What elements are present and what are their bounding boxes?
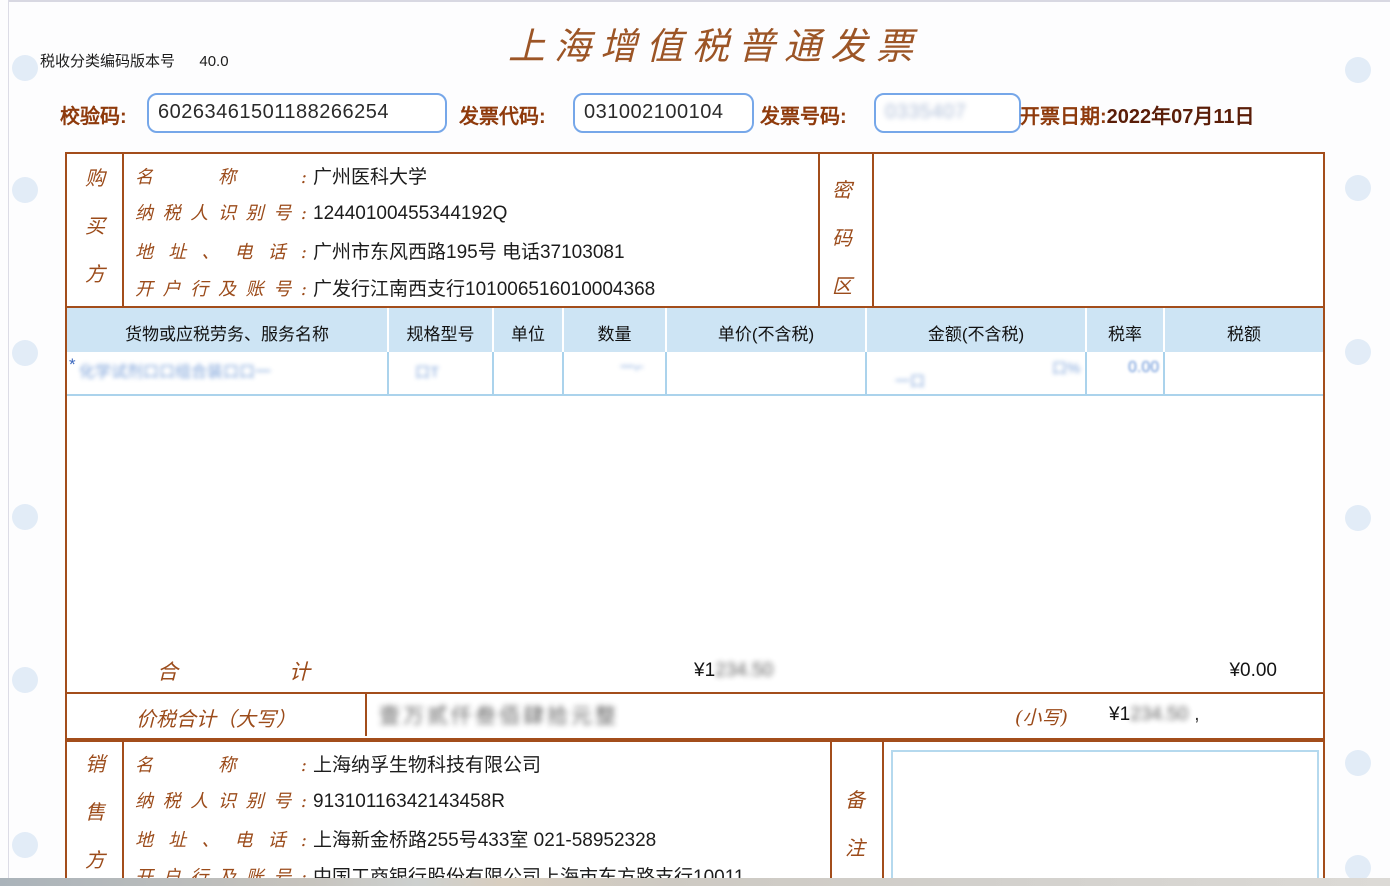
page-bottom-edge — [0, 878, 1390, 886]
page-top-edge — [8, 0, 1390, 2]
divider — [882, 742, 884, 886]
tax-code-version-label: 税收分类编码版本号 — [40, 53, 175, 70]
divider — [1163, 308, 1165, 352]
item-rate-redacted: 口% — [1052, 357, 1080, 378]
total-tax: ¥0.00 — [1087, 660, 1277, 682]
buyer-taxid-row: 纳税人识别号:12440100455344192Q — [135, 199, 507, 225]
col-header-unit: 单位 — [494, 320, 562, 345]
invoice-code-value: 031002100104 — [575, 95, 752, 124]
total-label: 计 — [289, 656, 310, 686]
check-code-label: 校验码: — [60, 100, 127, 129]
seller-name-row: 名称:上海纳孚生物科技有限公司 — [135, 750, 541, 777]
remarks-label: 备 — [845, 790, 865, 810]
gross-total-row: 价税合计（大写） 壹万贰仟叁佰肆拾元整 (小写) ¥1234.50, — [65, 694, 1325, 740]
divider — [665, 308, 667, 352]
password-zone-label: 区 — [832, 276, 852, 296]
punch-hole — [1345, 750, 1371, 776]
seller-taxid-row: 纳税人识别号:91310116342143458R — [135, 787, 505, 813]
punch-hole — [12, 667, 38, 693]
punch-hole — [12, 340, 38, 366]
punch-hole — [1345, 505, 1371, 531]
issue-date-value: 2022年07月11日 — [1107, 106, 1255, 128]
invoice-title: 上海增值税普通发票 — [508, 16, 922, 70]
gross-small-label: (小写) — [1015, 703, 1068, 730]
password-zone-label: 码 — [832, 228, 852, 248]
check-code-value: 60263461501188266254 — [149, 95, 445, 124]
invoice-code-box[interactable]: 031002100104 — [573, 93, 754, 133]
punch-hole — [1345, 175, 1371, 201]
issue-date: 开票日期:2022年07月11日 — [1020, 100, 1255, 129]
divider — [387, 308, 389, 352]
item-row: * 化学试剂口口组合装口口一 口T 一⌐ 一口 口% 0.00 — [67, 352, 1323, 394]
divider — [67, 394, 1323, 396]
col-header-qty: 数量 — [564, 320, 665, 345]
col-header-rate: 税率 — [1087, 320, 1163, 345]
tax-code-version-value: 40.0 — [199, 53, 228, 70]
divider — [830, 742, 832, 886]
issue-date-label: 开票日期: — [1020, 106, 1107, 128]
divider — [818, 154, 820, 306]
col-header-price: 单价(不含税) — [667, 320, 865, 345]
gross-small-amount: ¥1234.50, — [1109, 704, 1200, 726]
punch-hole — [1345, 57, 1371, 83]
item-spec-redacted: 口T — [415, 361, 439, 382]
col-header-spec: 规格型号 — [389, 320, 492, 345]
punch-hole — [12, 55, 38, 81]
divider — [1085, 308, 1087, 352]
page-left-edge — [8, 0, 9, 886]
item-tax-redacted: 0.00 — [1128, 359, 1159, 377]
gross-small-redacted: 234.50 — [1130, 704, 1188, 725]
divider — [865, 308, 867, 352]
total-label: 合 — [157, 656, 178, 686]
seller-section: 销 售 方 名称:上海纳孚生物科技有限公司 纳税人识别号:91310116342… — [65, 740, 1325, 886]
punch-hole — [12, 832, 38, 858]
divider — [492, 308, 494, 352]
item-name-star: * — [69, 355, 76, 375]
buyer-bank-row: 开户行及账号:广发行江南西支行101006516010004368 — [135, 274, 655, 301]
divider — [365, 694, 367, 736]
item-amount-redacted: 一口 — [895, 370, 925, 391]
col-header-name: 货物或应税劳务、服务名称 — [67, 320, 387, 345]
col-header-amount: 金额(不含税) — [867, 320, 1085, 345]
seller-side-label: 售 — [85, 802, 105, 822]
seller-address-row: 地址、电话:上海新金桥路255号433室 021-58952328 — [135, 825, 656, 852]
total-amount-redacted: 234.50 — [715, 660, 773, 681]
seller-side-label: 销 — [85, 754, 105, 774]
tax-code-version: 税收分类编码版本号 40.0 — [40, 50, 229, 71]
divider — [122, 154, 124, 306]
buyer-address-row: 地址、电话:广州市东风西路195号 电话37103081 — [135, 237, 625, 264]
divider — [122, 742, 124, 886]
remarks-label: 注 — [845, 838, 865, 858]
password-zone-area — [874, 154, 1323, 306]
invoice-number-label: 发票号码: — [760, 100, 847, 129]
gross-capital-redacted: 壹万贰仟叁佰肆拾元整 — [379, 700, 619, 730]
item-qty-redacted: 一⌐ — [620, 356, 644, 377]
check-code-box[interactable]: 60263461501188266254 — [147, 93, 447, 133]
punch-hole — [12, 504, 38, 530]
col-header-tax: 税额 — [1165, 320, 1323, 345]
buyer-name-row: 名称:广州医科大学 — [135, 162, 427, 189]
invoice-page: 税收分类编码版本号 40.0 上海增值税普通发票 校验码: 6026346150… — [0, 0, 1390, 886]
items-section: 货物或应税劳务、服务名称 规格型号 单位 数量 单价(不含税) 金额(不含税) … — [65, 308, 1325, 694]
buyer-side-label: 买 — [85, 216, 105, 236]
divider — [562, 308, 564, 352]
gross-total-label: 价税合计（大写） — [67, 703, 365, 732]
invoice-number-redacted: 0335407 — [876, 95, 1019, 124]
buyer-side-label: 方 — [85, 264, 105, 284]
seller-side-label: 方 — [85, 850, 105, 870]
buyer-section: 购 买 方 名称:广州医科大学 纳税人识别号:12440100455344192… — [65, 152, 1325, 308]
buyer-side-label: 购 — [85, 168, 105, 188]
total-amount: ¥1234.50 — [694, 660, 773, 682]
punch-hole — [12, 177, 38, 203]
invoice-code-label: 发票代码: — [459, 100, 546, 129]
punch-hole — [1345, 339, 1371, 365]
remarks-area — [891, 750, 1319, 886]
password-zone-label: 密 — [832, 180, 852, 200]
item-name-redacted: 化学试剂口口组合装口口一 — [79, 358, 271, 382]
invoice-number-box[interactable]: 0335407 — [874, 93, 1021, 133]
